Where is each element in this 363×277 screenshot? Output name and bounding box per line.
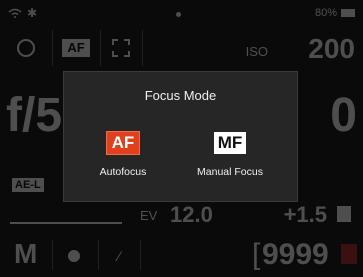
dialog-title: Focus Mode [144,88,217,103]
status-bar: ✱ 80% [0,0,363,28]
battery-icon [341,9,355,17]
autofocus-label: Autofocus [99,166,147,178]
face-detect-icon [112,39,130,57]
shooting-mode[interactable]: M [14,238,37,270]
bluetooth-icon: ✱ [27,6,38,20]
battery-percent: 80% [314,7,337,19]
bracket-icon: [ [252,238,261,271]
shots-remaining: 9999 [262,238,329,271]
sd-card-icon [341,244,357,264]
ae-lock-badge: AE-L [12,178,44,192]
wifi-icon [8,8,22,18]
iso-value[interactable]: 200 [308,33,355,65]
record-dot-icon [68,250,80,262]
exposure-meter [10,214,122,224]
face-detect-cell[interactable] [100,30,143,66]
ev-label: EV [140,208,158,223]
autofocus-icon: AF [106,131,140,155]
manual-focus-label: Manual Focus [197,166,263,178]
ev-row: EV 12.0 +1.5 [0,202,363,230]
edit-icon: ⁄ [118,248,121,264]
status-dot [176,12,181,17]
bottom-row: M ⁄ [ 9999 [0,238,363,274]
divider [98,240,99,270]
shutter-value[interactable]: 0 [330,88,357,143]
aperture-value[interactable]: f/5 [6,88,62,143]
exposure-compensation[interactable]: +1.5 [284,202,327,228]
camera-screen: ✱ 80% AF ISO 200 f/5 0 AE-L EV 12.0 +1.5… [0,0,363,277]
divider [52,240,53,270]
manual-focus-icon: MF [214,132,246,154]
af-cell[interactable]: AF [52,30,101,66]
iso-label: ISO [245,44,268,59]
metering-cell[interactable] [0,30,53,66]
autofocus-option[interactable]: AF Autofocus [68,131,178,178]
manual-focus-option[interactable]: MF Manual Focus [175,132,285,178]
flash-icon [337,206,351,222]
focus-mode-dialog: Focus Mode AF Autofocus MF Manual Focus [63,71,298,202]
sun-icon [17,39,35,57]
ev-value: 12.0 [170,202,213,227]
settings-row: AF ISO 200 [0,30,363,66]
divider [140,240,141,270]
af-indicator: AF [62,39,90,57]
